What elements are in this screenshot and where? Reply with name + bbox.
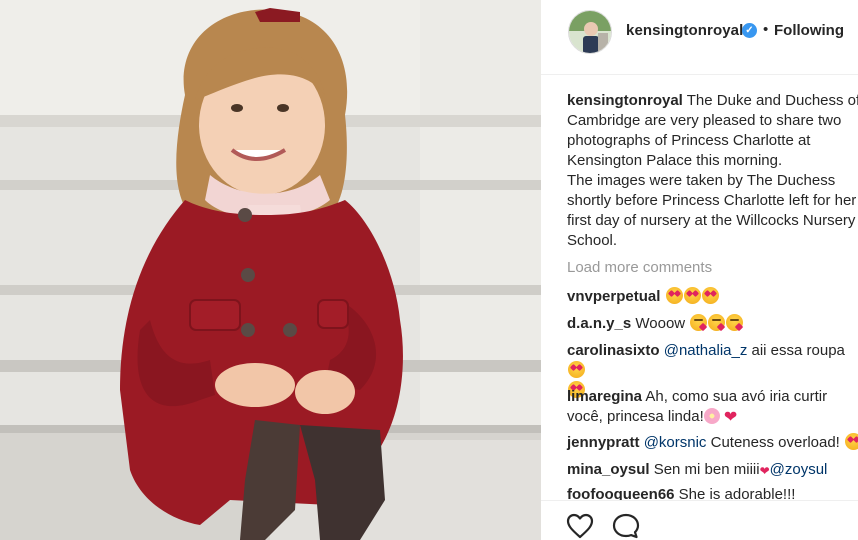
avatar-image	[569, 11, 611, 53]
heart-eyes-emoji-icon	[683, 287, 701, 304]
comment-mention-link[interactable]: @korsnic	[644, 434, 707, 451]
cherry-blossom-emoji-icon	[703, 408, 720, 424]
post-actions-bar	[541, 500, 858, 540]
comment-text: Wooow	[631, 315, 690, 332]
comment-text: aii essa roupa	[747, 342, 845, 359]
load-more-comments-link[interactable]: Load more comments	[567, 259, 712, 276]
comment-username[interactable]: jennypratt	[567, 434, 640, 451]
caption-username[interactable]: kensingtonroyal	[567, 92, 683, 109]
comment-item: limaregina Ah, como sua avó iria curtir …	[567, 387, 857, 428]
kiss-emoji-icon	[726, 314, 744, 331]
comment-item: jennypratt @korsnic Cuteness overload!	[567, 433, 858, 453]
following-button[interactable]: Following	[774, 22, 844, 39]
heart-eyes-emoji-icon	[701, 287, 719, 304]
comment-username[interactable]: carolinasixto	[567, 342, 660, 359]
author-username[interactable]: kensingtonroyal	[626, 22, 743, 39]
verified-badge-icon: ✓	[742, 23, 757, 38]
comment-text: Cuteness overload!	[706, 434, 845, 451]
kiss-emoji-icon	[708, 314, 726, 331]
post-photo[interactable]	[0, 0, 541, 540]
heart-outline-icon[interactable]	[566, 513, 594, 539]
photo-illustration	[0, 0, 541, 540]
red-heart-emoji-icon: ❤	[723, 409, 738, 426]
heart-eyes-emoji-icon	[568, 361, 585, 378]
post-side-panel: kensingtonroyal ✓ • Following kensington…	[541, 0, 858, 540]
comment-username[interactable]: mina_oysul	[567, 461, 650, 478]
speech-bubble-icon[interactable]	[612, 513, 640, 539]
kiss-emoji-icon	[690, 314, 708, 331]
comment-item: d.a.n.y_s Wooow	[567, 314, 744, 334]
comment-username[interactable]: limaregina	[567, 388, 642, 405]
comment-text: Sen mi ben miiii	[649, 461, 760, 478]
separator-dot: •	[763, 21, 769, 38]
comment-username[interactable]: vnvperpetual	[567, 288, 660, 305]
caption-text-2: The images were taken by The Duchess sho…	[567, 172, 857, 249]
comment-username[interactable]: d.a.n.y_s	[567, 315, 631, 332]
comment-item: mina_oysul Sen mi ben miiii❤@zoysul	[567, 460, 827, 481]
comment-mention-link[interactable]: @zoysul	[770, 461, 828, 478]
red-heart-emoji-icon: ❤	[759, 464, 770, 478]
avatar[interactable]	[568, 10, 612, 54]
comment-mention-link[interactable]: @nathalia_z	[664, 342, 748, 359]
heart-eyes-emoji-icon	[665, 287, 683, 304]
comment-item: vnvperpetual	[567, 287, 719, 307]
heart-eyes-emoji-icon	[845, 433, 858, 450]
post-header: kensingtonroyal ✓ • Following	[541, 0, 858, 75]
post-caption: kensingtonroyal The Duke and Duchess of …	[567, 91, 858, 251]
